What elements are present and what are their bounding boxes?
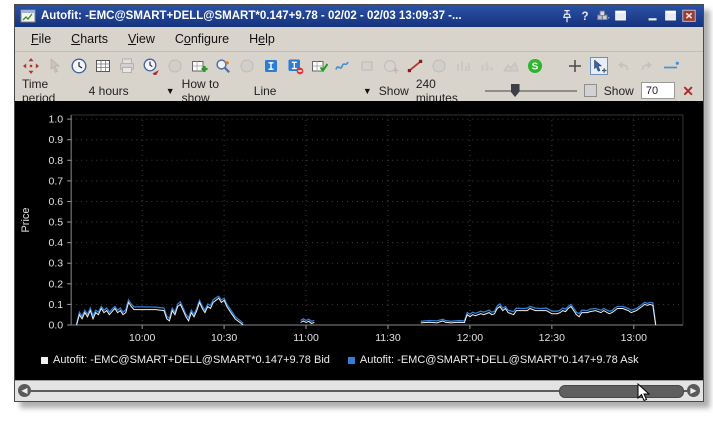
time-period-icon[interactable] <box>69 56 89 76</box>
scrollbar-thumb[interactable] <box>559 385 685 398</box>
chart-panel: 0.0 0.1 0.2 0.3 0.4 0.5 0.6 0.7 0.8 0.9 1.0 10:00 10… <box>15 101 703 380</box>
remove-annotation-icon[interactable] <box>285 56 305 76</box>
scroll-right-icon[interactable]: ▶ <box>687 384 700 397</box>
window-title: Autofit: -EMC@SMART+DELL@SMART*0.147+9.7… <box>41 10 553 22</box>
toolbar: S <box>15 52 703 80</box>
close-chart-bar-icon[interactable]: ✕ <box>682 84 696 98</box>
show-label: Show <box>379 84 409 98</box>
detach-window-icon[interactable] <box>612 8 630 24</box>
svg-text:0.7: 0.7 <box>49 175 64 187</box>
legend-label: Autofit: -EMC@SMART+DELL@SMART*0.147+9.7… <box>53 354 330 366</box>
control-bar: Time period 4 hours ▼ How to show Line ▼… <box>15 80 703 101</box>
show2-label: Show <box>604 84 634 98</box>
svg-text:?: ? <box>581 11 588 23</box>
svg-text:0.6: 0.6 <box>49 196 64 208</box>
svg-text:11:30: 11:30 <box>375 332 401 344</box>
legend-swatch-icon <box>41 357 48 364</box>
svg-text:12:30: 12:30 <box>539 332 565 344</box>
show-checkbox[interactable] <box>584 84 597 97</box>
legend-item-ask: Autofit: -EMC@SMART+DELL@SMART*0.147+9.7… <box>348 354 639 366</box>
chevron-down-icon: ▼ <box>363 86 372 96</box>
svg-text:0.0: 0.0 <box>49 320 64 332</box>
svg-text:0.5: 0.5 <box>49 217 64 229</box>
data-grid-icon[interactable] <box>93 56 113 76</box>
pin-icon[interactable] <box>558 8 576 24</box>
menu-help[interactable]: Help <box>241 30 283 48</box>
slider-thumb[interactable] <box>511 84 520 97</box>
share-icon[interactable]: S <box>525 56 545 76</box>
time-period-select[interactable]: 4 hours ▼ <box>89 84 175 98</box>
menu-configure[interactable]: Configure <box>167 30 237 48</box>
minutes-slider[interactable] <box>485 84 577 97</box>
shape-circle-plus-icon[interactable] <box>381 56 401 76</box>
svg-text:Price: Price <box>20 207 32 232</box>
menu-file[interactable]: File <box>23 30 59 48</box>
app-icon <box>20 8 36 24</box>
menu-charts[interactable]: Charts <box>63 30 116 48</box>
svg-text:0.3: 0.3 <box>49 258 64 270</box>
pointer-tool-icon[interactable] <box>589 56 609 76</box>
spacer <box>549 56 561 76</box>
svg-text:0.9: 0.9 <box>49 134 64 146</box>
show-count-field[interactable]: 70 <box>641 82 675 99</box>
legend-label: Autofit: -EMC@SMART+DELL@SMART*0.147+9.7… <box>360 354 639 366</box>
price-chart[interactable]: 0.0 0.1 0.2 0.3 0.4 0.5 0.6 0.7 0.8 0.9 1.0 10:00 10… <box>15 101 703 351</box>
svg-text:10:30: 10:30 <box>211 332 237 344</box>
globe-icon[interactable] <box>165 56 185 76</box>
chart-window: Autofit: -EMC@SMART+DELL@SMART*0.147+9.7… <box>14 4 704 402</box>
svg-text:11:00: 11:00 <box>293 332 319 344</box>
svg-text:0.2: 0.2 <box>49 278 64 290</box>
chevron-down-icon: ▼ <box>166 86 175 96</box>
adjust-time-icon[interactable] <box>141 56 161 76</box>
help-icon[interactable]: ? <box>576 8 594 24</box>
crosshair-cursor-icon[interactable] <box>565 56 585 76</box>
menu-bar: FileChartsViewConfigureHelp <box>15 27 703 52</box>
screenshot-page: Autofit: -EMC@SMART+DELL@SMART*0.147+9.7… <box>0 0 713 423</box>
scroll-left-icon[interactable]: ◀ <box>18 384 31 397</box>
restore-icon[interactable] <box>662 8 680 24</box>
zoom-icon[interactable] <box>213 56 233 76</box>
svg-text:0.4: 0.4 <box>49 237 64 249</box>
annotate-text-icon[interactable] <box>261 56 281 76</box>
print-icon[interactable] <box>117 56 137 76</box>
legend-item-bid: Autofit: -EMC@SMART+DELL@SMART*0.147+9.7… <box>41 354 330 366</box>
trendline-tool-icon[interactable] <box>405 56 425 76</box>
bars-style-icon[interactable] <box>453 56 473 76</box>
redo-icon[interactable] <box>637 56 657 76</box>
curve-tool-icon[interactable] <box>333 56 353 76</box>
svg-text:13:00: 13:00 <box>621 332 647 344</box>
undo-icon[interactable] <box>613 56 633 76</box>
horizontal-scrollbar[interactable]: ◀ ▶ <box>15 380 703 401</box>
chart-legend: Autofit: -EMC@SMART+DELL@SMART*0.147+9.7… <box>15 351 703 369</box>
cursor-tool-icon[interactable] <box>45 56 65 76</box>
shape-circle-icon[interactable] <box>429 56 449 76</box>
title-bar[interactable]: Autofit: -EMC@SMART+DELL@SMART*0.147+9.7… <box>15 5 703 27</box>
chart-parameters-icon[interactable] <box>309 56 329 76</box>
svg-text:0.1: 0.1 <box>49 299 64 311</box>
group-link-icon[interactable] <box>594 8 612 24</box>
menu-view[interactable]: View <box>120 30 163 48</box>
add-study-icon[interactable] <box>189 56 209 76</box>
crosshair-tool-icon[interactable] <box>21 56 41 76</box>
histogram-style-icon[interactable] <box>477 56 497 76</box>
close-icon[interactable] <box>680 8 698 24</box>
svg-text:1.0: 1.0 <box>49 114 64 126</box>
svg-text:S: S <box>532 62 539 73</box>
shape-square-icon[interactable] <box>357 56 377 76</box>
how-to-show-select[interactable]: Line ▼ <box>254 84 372 98</box>
minimize-icon[interactable] <box>644 8 662 24</box>
slider-track <box>485 90 577 92</box>
svg-text:10:00: 10:00 <box>129 332 155 344</box>
ball-icon[interactable] <box>237 56 257 76</box>
area-style-icon[interactable] <box>501 56 521 76</box>
horizontal-line-tool-icon[interactable] <box>661 56 681 76</box>
svg-text:12:00: 12:00 <box>457 332 483 344</box>
svg-text:0.8: 0.8 <box>49 155 64 167</box>
legend-swatch-icon <box>348 357 355 364</box>
